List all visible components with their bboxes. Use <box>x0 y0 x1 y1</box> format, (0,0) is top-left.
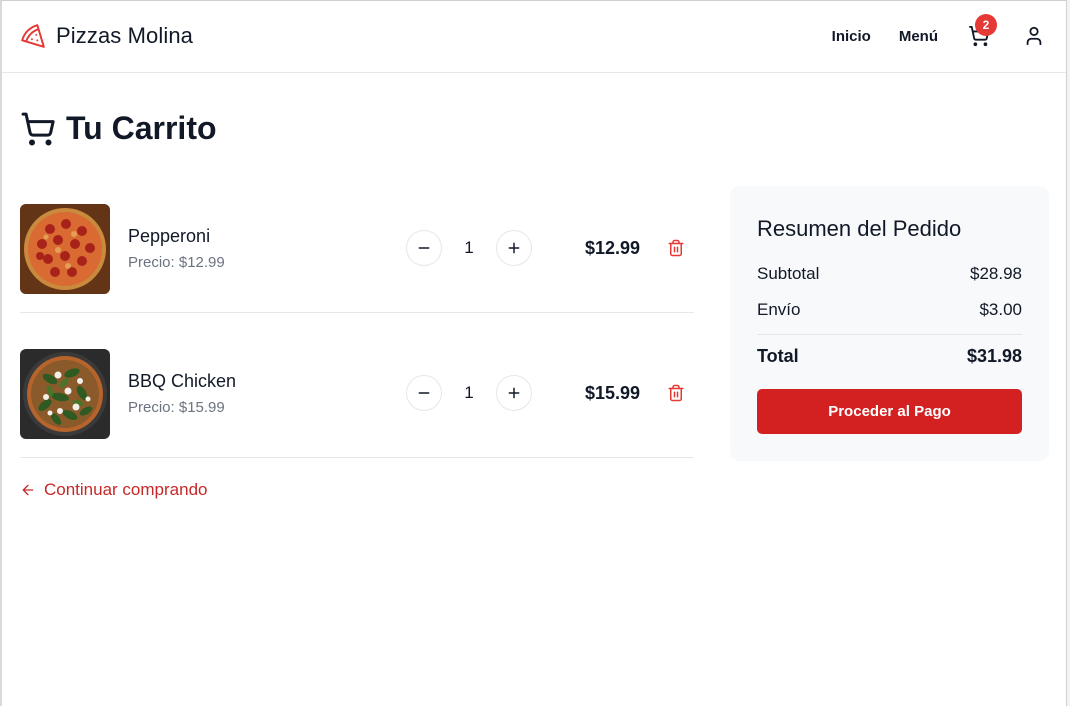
decrease-quantity-button[interactable] <box>406 230 442 266</box>
shipping-label: Envío <box>757 300 801 319</box>
main-nav: Inicio Menú 2 <box>832 14 1046 49</box>
quantity-stepper: 1 <box>406 230 532 266</box>
subtotal-row: Subtotal $28.98 <box>757 264 1022 284</box>
continue-shopping-label: Continuar comprando <box>44 480 208 499</box>
increase-quantity-button[interactable] <box>496 375 532 411</box>
nav-link-menu[interactable]: Menú <box>899 28 938 45</box>
cart-icon <box>21 112 55 145</box>
cart-item: BBQ Chicken Precio: $15.99 1 $15.99 <box>20 313 694 458</box>
brand[interactable]: Pizzas Molina <box>20 23 193 49</box>
subtotal-value: $28.98 <box>970 264 1022 283</box>
arrow-left-icon <box>22 484 34 496</box>
cart-count-badge: 2 <box>975 14 997 36</box>
remove-item-button[interactable] <box>666 238 686 258</box>
top-navbar: Pizzas Molina Inicio Menú 2 <box>2 1 1066 73</box>
pizza-slice-icon <box>20 23 46 49</box>
order-summary-title: Resumen del Pedido <box>757 216 962 241</box>
shipping-value: $3.00 <box>979 300 1022 319</box>
item-name: BBQ Chicken <box>128 371 237 391</box>
user-icon <box>1026 26 1042 46</box>
minus-icon <box>418 392 430 394</box>
item-unit-price: Precio: $12.99 <box>128 254 225 271</box>
plus-icon <box>508 242 520 254</box>
page-title: Tu Carrito <box>66 110 217 146</box>
cart-items-list: Pepperoni Precio: $12.99 1 $12.99 BBQ Ch… <box>20 168 694 458</box>
item-unit-price: Precio: $15.99 <box>128 399 225 416</box>
decrease-quantity-button[interactable] <box>406 375 442 411</box>
window-edge <box>1066 0 1070 706</box>
minus-icon <box>418 247 430 249</box>
quantity-value: 1 <box>464 383 474 402</box>
quantity-stepper: 1 <box>406 375 532 411</box>
trash-icon <box>668 239 684 257</box>
item-name: Pepperoni <box>128 226 211 246</box>
continue-shopping-link[interactable]: Continuar comprando <box>20 480 207 500</box>
user-account-button[interactable] <box>1022 24 1046 48</box>
total-value: $31.98 <box>966 346 1022 366</box>
plus-icon <box>508 387 520 399</box>
remove-item-button[interactable] <box>666 383 686 403</box>
bbq-chicken-pizza-photo <box>20 349 110 439</box>
brand-name: Pizzas Molina <box>56 23 194 48</box>
page-heading: Tu Carrito <box>20 110 217 147</box>
quantity-value: 1 <box>464 238 474 257</box>
item-line-total: $15.99 <box>584 383 640 403</box>
order-summary-card: Resumen del Pedido Subtotal $28.98 Envío… <box>730 186 1049 461</box>
proceed-to-checkout-button[interactable]: Proceder al Pago <box>757 389 1022 434</box>
pepperoni-pizza-photo <box>20 204 110 294</box>
cart-button[interactable]: 2 <box>966 14 997 49</box>
item-line-total: $12.99 <box>584 238 640 258</box>
increase-quantity-button[interactable] <box>496 230 532 266</box>
trash-icon <box>668 384 684 402</box>
total-label: Total <box>757 346 799 366</box>
subtotal-label: Subtotal <box>757 264 820 283</box>
cart-item: Pepperoni Precio: $12.99 1 $12.99 <box>20 168 694 313</box>
nav-link-inicio[interactable]: Inicio <box>832 28 871 45</box>
total-row: Total $31.98 <box>757 346 1022 367</box>
summary-divider <box>757 334 1022 335</box>
shipping-row: Envío $3.00 <box>757 300 1022 320</box>
